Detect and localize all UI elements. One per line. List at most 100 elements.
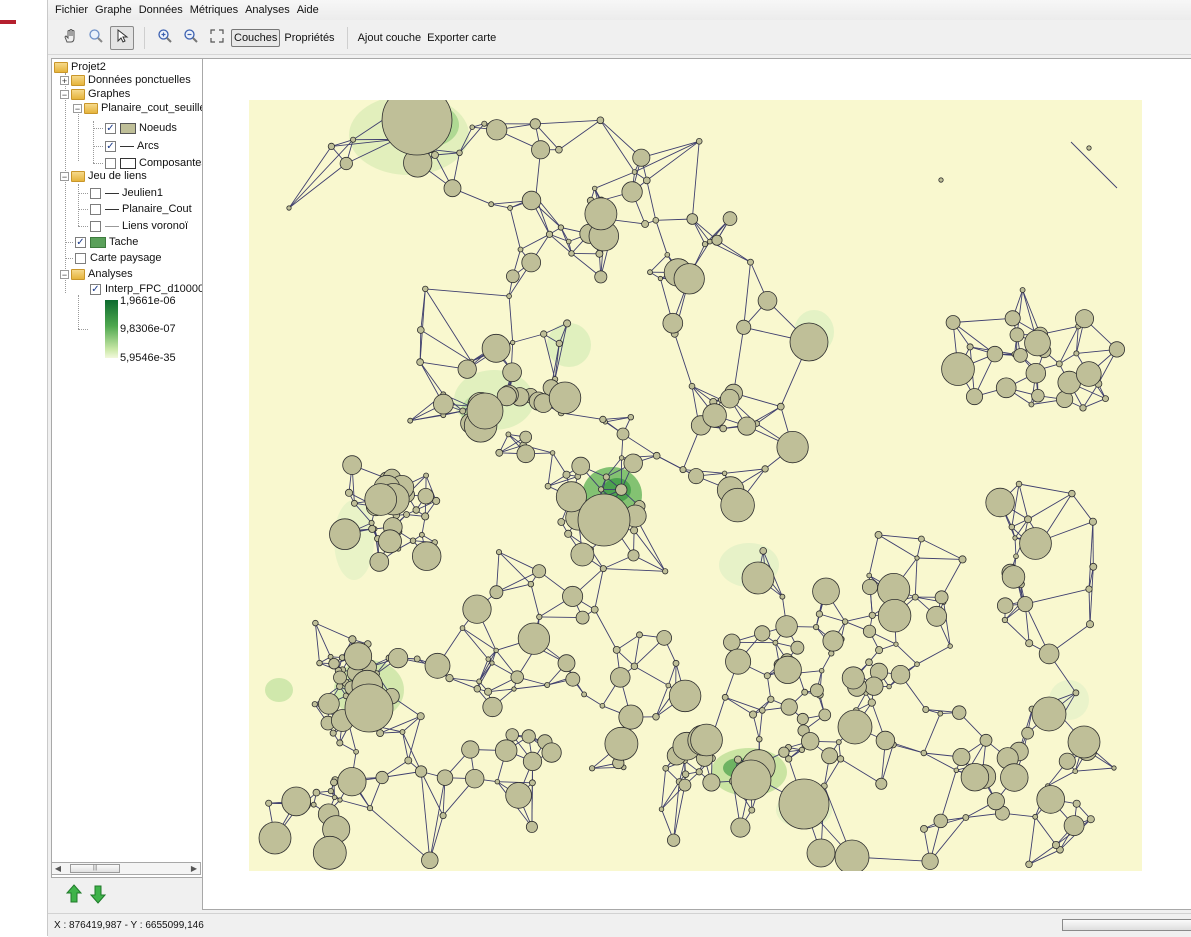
graph-node[interactable] bbox=[483, 697, 502, 716]
graph-node[interactable] bbox=[600, 703, 605, 708]
zoom-tool-button[interactable] bbox=[84, 26, 108, 50]
graph-node[interactable] bbox=[679, 779, 691, 791]
graph-node[interactable] bbox=[556, 340, 562, 346]
graph-node[interactable] bbox=[658, 276, 662, 280]
tree-item-jeulien1[interactable]: Jeulien1 bbox=[90, 185, 163, 201]
graph-node[interactable] bbox=[558, 225, 563, 230]
graph-node[interactable] bbox=[669, 680, 701, 712]
graph-node[interactable] bbox=[545, 682, 550, 687]
tree-item-jeu-de-liens[interactable]: − Jeu de liens bbox=[60, 168, 147, 184]
graph-node[interactable] bbox=[337, 740, 343, 746]
move-layer-down-icon[interactable] bbox=[90, 884, 106, 907]
graph-node[interactable] bbox=[506, 729, 519, 742]
graph-node[interactable] bbox=[490, 661, 494, 665]
graph-node[interactable] bbox=[1090, 563, 1097, 570]
graph-node[interactable] bbox=[867, 573, 872, 578]
graph-node[interactable] bbox=[440, 813, 446, 819]
graph-node[interactable] bbox=[1059, 753, 1075, 769]
graph-node[interactable] bbox=[921, 750, 927, 756]
graph-node[interactable] bbox=[807, 839, 835, 867]
graph-node[interactable] bbox=[425, 653, 450, 678]
graph-node[interactable] bbox=[648, 270, 653, 275]
menu-aide[interactable]: Aide bbox=[296, 3, 320, 17]
graph-node[interactable] bbox=[444, 180, 461, 197]
tree-item-arcs[interactable]: ✓ Arcs bbox=[105, 138, 159, 154]
graph-node[interactable] bbox=[703, 774, 720, 791]
ajout-couche-button[interactable]: Ajout couche bbox=[356, 30, 424, 46]
graph-node[interactable] bbox=[912, 594, 918, 600]
graph-node[interactable] bbox=[490, 586, 503, 599]
graph-node[interactable] bbox=[413, 507, 420, 514]
graph-node[interactable] bbox=[1025, 330, 1051, 356]
graph-node[interactable] bbox=[779, 779, 829, 829]
checkbox-checked[interactable]: ✓ bbox=[105, 141, 116, 152]
graph-node[interactable] bbox=[631, 663, 638, 670]
graph-node[interactable] bbox=[518, 623, 549, 654]
graph-node[interactable] bbox=[1086, 586, 1092, 592]
collapse-icon[interactable]: − bbox=[73, 104, 82, 113]
graph-node[interactable] bbox=[663, 765, 669, 771]
graph-node[interactable] bbox=[1026, 363, 1046, 383]
graph-node[interactable] bbox=[1068, 726, 1100, 758]
graph-node[interactable] bbox=[954, 768, 959, 773]
graph-node[interactable] bbox=[1025, 516, 1032, 523]
graph-node[interactable] bbox=[460, 408, 466, 414]
graph-node[interactable] bbox=[667, 834, 679, 846]
graph-node[interactable] bbox=[418, 488, 434, 504]
graph-node[interactable] bbox=[597, 117, 604, 124]
graph-node[interactable] bbox=[576, 611, 589, 624]
graph-node[interactable] bbox=[338, 798, 342, 802]
graph-node[interactable] bbox=[282, 787, 311, 816]
graph-node[interactable] bbox=[541, 331, 547, 337]
graph-node[interactable] bbox=[836, 740, 841, 745]
graph-node[interactable] bbox=[922, 853, 938, 869]
graph-node[interactable] bbox=[774, 656, 801, 683]
graph-node[interactable] bbox=[748, 259, 754, 265]
graph-node[interactable] bbox=[370, 553, 389, 572]
graph-node[interactable] bbox=[331, 779, 338, 786]
graph-node[interactable] bbox=[691, 724, 723, 756]
graph-node[interactable] bbox=[780, 594, 785, 599]
graph-node[interactable] bbox=[682, 771, 689, 778]
graph-node[interactable] bbox=[799, 747, 804, 752]
graph-node[interactable] bbox=[517, 445, 535, 463]
graph-node[interactable] bbox=[749, 807, 755, 813]
map-canvas[interactable] bbox=[249, 100, 1142, 871]
graph-node[interactable] bbox=[512, 687, 516, 691]
graph-node[interactable] bbox=[376, 771, 388, 783]
graph-node[interactable] bbox=[722, 694, 728, 700]
graph-node[interactable] bbox=[1074, 351, 1079, 356]
graph-node[interactable] bbox=[482, 334, 510, 362]
graph-node[interactable] bbox=[566, 672, 580, 686]
move-layer-up-icon[interactable] bbox=[66, 884, 82, 907]
graph-node[interactable] bbox=[953, 748, 970, 765]
graph-node[interactable] bbox=[522, 730, 535, 743]
graph-node[interactable] bbox=[432, 152, 439, 159]
tree-item-graph[interactable]: − Planaire_cout_seuillé_1 bbox=[73, 100, 203, 116]
graph-node[interactable] bbox=[414, 656, 420, 662]
graph-node[interactable] bbox=[1020, 288, 1025, 293]
graph-node[interactable] bbox=[424, 473, 429, 478]
menu-donnees[interactable]: Données bbox=[138, 3, 184, 17]
graph-node[interactable] bbox=[338, 768, 366, 796]
graph-node[interactable] bbox=[653, 217, 659, 223]
checkbox-unchecked[interactable] bbox=[90, 204, 101, 215]
graph-node[interactable] bbox=[410, 538, 416, 544]
graph-node[interactable] bbox=[511, 340, 515, 344]
tree-horizontal-scrollbar[interactable]: ◀ ||| ▶ bbox=[51, 862, 201, 875]
graph-node[interactable] bbox=[591, 606, 598, 613]
graph-node[interactable] bbox=[529, 780, 535, 786]
graph-node[interactable] bbox=[801, 733, 819, 751]
graph-node[interactable] bbox=[776, 616, 798, 638]
graph-node[interactable] bbox=[565, 530, 572, 537]
graph-node[interactable] bbox=[1080, 405, 1086, 411]
proprietes-button[interactable]: Propriétés bbox=[282, 30, 336, 46]
graph-node[interactable] bbox=[1032, 697, 1066, 731]
graph-node[interactable] bbox=[1073, 769, 1078, 774]
graph-node[interactable] bbox=[520, 431, 532, 443]
graph-node[interactable] bbox=[259, 822, 291, 854]
graph-node[interactable] bbox=[417, 359, 424, 366]
graph-node[interactable] bbox=[616, 484, 627, 495]
graph-node[interactable] bbox=[837, 756, 843, 762]
graph-node[interactable] bbox=[1087, 146, 1091, 150]
